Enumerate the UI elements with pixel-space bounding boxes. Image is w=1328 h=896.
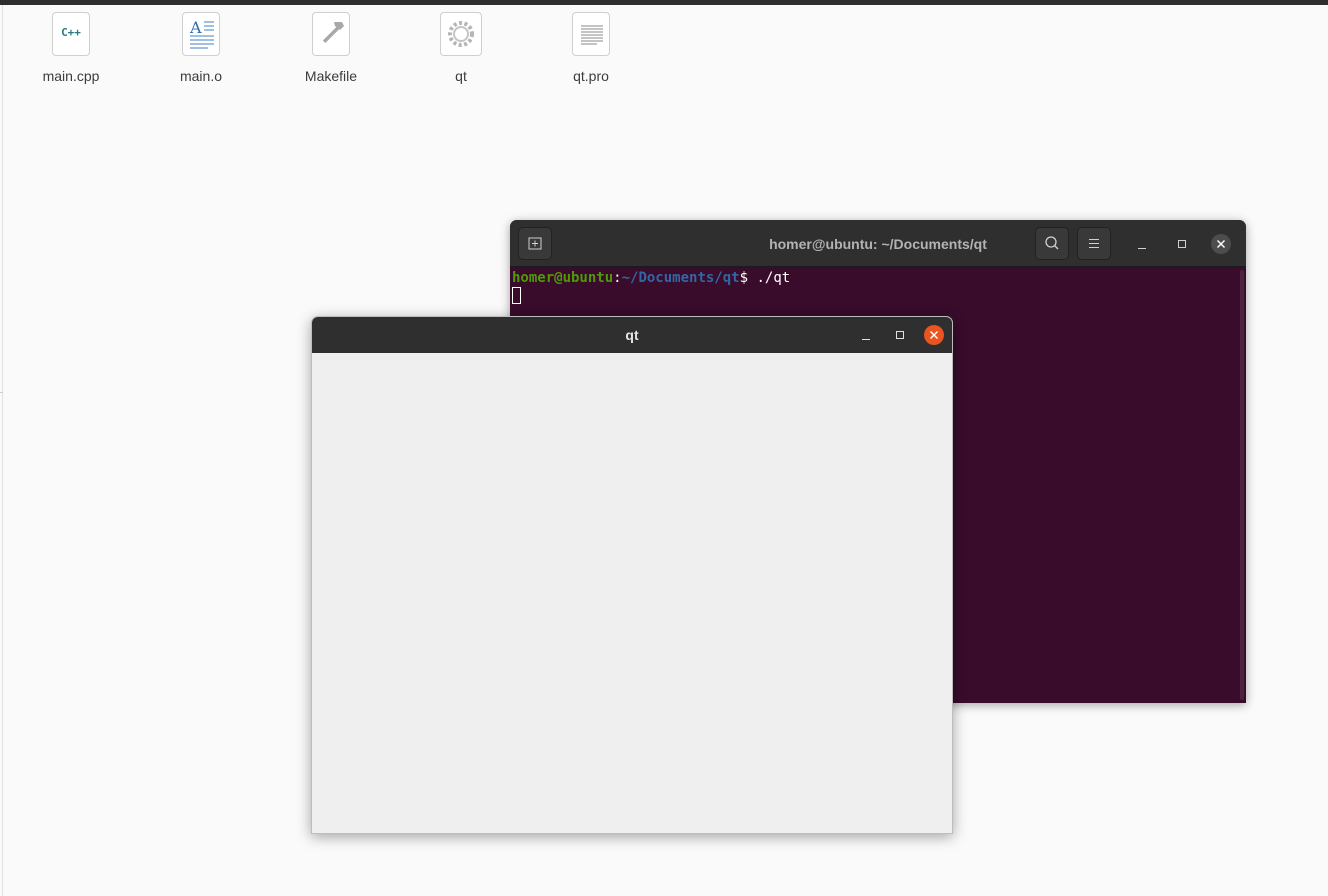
file-main-cpp[interactable]: C++ main.cpp <box>21 12 121 84</box>
prompt-path: ~/Documents/qt <box>621 270 740 286</box>
new-tab-icon <box>528 237 542 250</box>
plain-text-file-icon <box>572 12 610 56</box>
file-name: qt <box>455 68 467 84</box>
maximize-icon <box>896 331 904 339</box>
file-name: main.cpp <box>42 68 100 84</box>
maximize-icon <box>1178 240 1186 248</box>
file-main-o[interactable]: A main.o <box>151 12 251 84</box>
prompt-symbol: $ <box>739 270 757 286</box>
sidebar-divider <box>2 5 3 896</box>
cpp-file-icon: C++ <box>52 12 90 56</box>
file-makefile[interactable]: Makefile <box>281 12 381 84</box>
text-document-icon: A <box>182 12 220 56</box>
minimize-icon <box>1138 248 1146 249</box>
command-text: ./qt <box>756 270 791 286</box>
search-icon <box>1045 236 1059 250</box>
terminal-content[interactable]: homer@ubuntu:~/Documents/qt$ ./qt <box>512 269 790 306</box>
terminal-scrollbar[interactable] <box>1240 270 1244 700</box>
file-qt-executable[interactable]: qt <box>411 12 511 84</box>
executable-gear-icon <box>440 12 482 56</box>
sidebar-divider-mark <box>0 392 3 393</box>
terminal-close-button[interactable] <box>1211 234 1231 254</box>
minimize-icon <box>862 339 870 340</box>
top-panel <box>0 0 1328 5</box>
file-name: qt.pro <box>573 68 609 84</box>
terminal-maximize-button[interactable] <box>1172 234 1192 254</box>
close-icon <box>930 331 938 339</box>
terminal-title: homer@ubuntu: ~/Documents/qt <box>769 236 987 252</box>
qt-app-window[interactable]: qt <box>311 316 953 834</box>
menu-button[interactable] <box>1077 227 1111 260</box>
qt-minimize-button[interactable] <box>856 325 876 345</box>
search-button[interactable] <box>1035 227 1069 260</box>
hamburger-menu-icon <box>1089 239 1099 248</box>
new-tab-button[interactable] <box>518 227 552 260</box>
terminal-minimize-button[interactable] <box>1132 234 1152 254</box>
qt-close-button[interactable] <box>924 325 944 345</box>
prompt-user: homer@ubuntu <box>512 270 614 286</box>
file-qt-pro[interactable]: qt.pro <box>541 12 641 84</box>
file-name: main.o <box>179 68 223 84</box>
close-icon <box>1217 240 1225 248</box>
terminal-headerbar[interactable]: homer@ubuntu: ~/Documents/qt <box>510 220 1246 267</box>
file-name: Makefile <box>304 68 358 84</box>
qt-maximize-button[interactable] <box>890 325 910 345</box>
makefile-hammer-icon <box>312 12 350 56</box>
prompt-separator: : <box>613 270 622 286</box>
qt-titlebar[interactable]: qt <box>312 317 952 353</box>
svg-text:A: A <box>189 18 202 37</box>
terminal-cursor <box>512 287 521 304</box>
